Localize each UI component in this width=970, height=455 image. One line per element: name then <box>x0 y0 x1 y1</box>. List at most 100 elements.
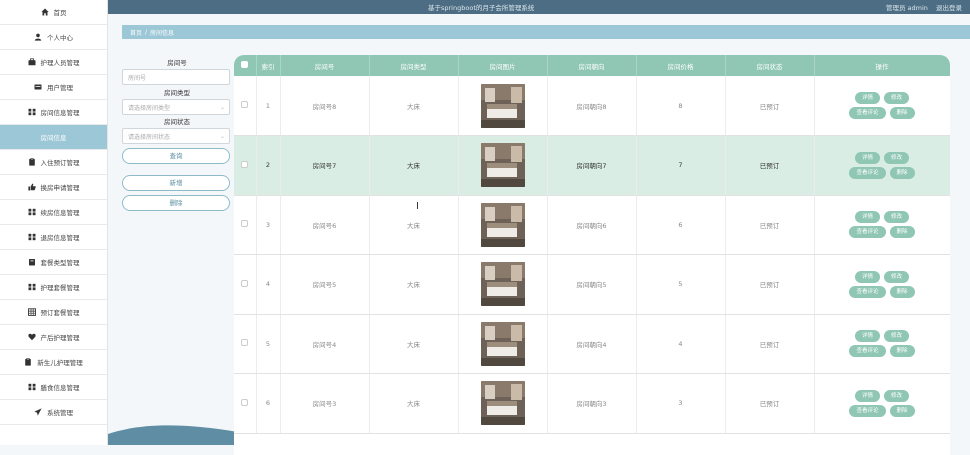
sidebar-item-label: 房间信息管理 <box>40 109 80 117</box>
sidebar-item-system[interactable]: 系统管理 <box>0 400 107 425</box>
row-checkbox[interactable] <box>241 398 249 406</box>
room-no-input[interactable]: 房间号 <box>122 69 230 85</box>
orientation-cell: 房间朝向7 <box>547 135 637 196</box>
table-row[interactable]: 6 房间号3 大床 房间朝向3 3 已预订 详情 修改 查看评论 删除 <box>234 373 950 434</box>
chevron-down-icon: ⌄ <box>219 132 225 140</box>
sidebar-item-label: 退房信息管理 <box>40 234 80 242</box>
room-photo[interactable] <box>480 321 525 366</box>
delete-row-button[interactable]: 删除 <box>889 226 915 239</box>
delete-row-button[interactable]: 删除 <box>889 345 915 358</box>
sidebar-item-room-info-mgmt[interactable]: 房间信息管理 <box>0 100 107 125</box>
detail-button[interactable]: 详情 <box>854 151 880 164</box>
select-all-header[interactable] <box>234 55 257 76</box>
detail-button[interactable]: 详情 <box>854 330 880 343</box>
edit-button[interactable]: 修改 <box>884 151 910 164</box>
room-type-select[interactable]: 请选择房间类型 ⌄ <box>122 99 230 115</box>
row-select-cell[interactable] <box>234 195 257 255</box>
room-photo[interactable] <box>480 83 525 128</box>
delete-row-button[interactable]: 删除 <box>889 166 915 179</box>
sidebar-item-home[interactable]: 首页 <box>0 0 107 25</box>
column-header: 房间状态 <box>725 55 815 76</box>
edit-button[interactable]: 修改 <box>884 92 910 104</box>
detail-button[interactable]: 详情 <box>854 211 880 224</box>
detail-button[interactable]: 详情 <box>854 389 880 402</box>
room-type-cell: 大床 <box>369 254 459 315</box>
room-no-cell: 房间号6 <box>280 195 370 255</box>
room-status-select[interactable]: 请选择房间状态 ⌄ <box>122 128 230 144</box>
table-row[interactable]: 3 房间号6 大床 房间朝向6 6 已预订 详情 修改 查看评论 删除 <box>234 195 950 255</box>
row-checkbox[interactable] <box>241 279 249 287</box>
sidebar-item-package-booking[interactable]: 预订套餐管理 <box>0 300 107 325</box>
detail-button[interactable]: 详情 <box>854 92 880 104</box>
sidebar-item-nurse-staff[interactable]: 护理人员管理 <box>0 50 107 75</box>
sidebar-item-label: 套餐类型管理 <box>40 259 80 267</box>
delete-row-button[interactable]: 删除 <box>889 107 915 119</box>
table-row[interactable]: 1 房间号8 大床 房间朝向8 8 已预订 详情 修改 查看评论 删除 <box>234 76 950 136</box>
decorative-wave <box>108 425 238 445</box>
sidebar-item-package-type[interactable]: 套餐类型管理 <box>0 250 107 275</box>
grid-icon <box>28 233 36 241</box>
row-checkbox[interactable] <box>241 220 249 228</box>
row-checkbox[interactable] <box>241 339 249 347</box>
table-row[interactable]: 5 房间号4 大床 房间朝向4 4 已预订 详情 修改 查看评论 删除 <box>234 314 950 374</box>
breadcrumb-home[interactable]: 首页 <box>130 28 142 37</box>
row-select-cell[interactable] <box>234 135 257 196</box>
sidebar-item-label: 膳食信息管理 <box>40 384 80 392</box>
detail-button[interactable]: 详情 <box>854 270 880 283</box>
delete-row-button[interactable]: 删除 <box>889 285 915 298</box>
room-photo[interactable] <box>480 202 525 247</box>
view-reviews-button[interactable]: 查看评论 <box>849 404 886 417</box>
top-bar: 基于springboot的月子会所管理系统 管理员 admin 退出登录 <box>108 0 970 14</box>
row-select-cell[interactable] <box>234 373 257 434</box>
clipboard-icon <box>24 358 32 366</box>
row-select-cell[interactable] <box>234 314 257 374</box>
view-reviews-button[interactable]: 查看评论 <box>849 107 886 119</box>
sidebar-item-label: 预订套餐管理 <box>40 309 80 317</box>
view-reviews-button[interactable]: 查看评论 <box>849 166 886 179</box>
room-image-cell <box>458 373 548 434</box>
sidebar-item-users[interactable]: 用户管理 <box>0 75 107 100</box>
orientation-cell: 房间朝向3 <box>547 373 637 434</box>
sidebar-item-checkout[interactable]: 退房信息管理 <box>0 225 107 250</box>
sidebar-item-room-change[interactable]: 换房申请管理 <box>0 175 107 200</box>
room-photo[interactable] <box>480 143 525 188</box>
room-type-label: 房间类型 <box>164 89 190 97</box>
sidebar-item-checkin-booking[interactable]: 入住预订管理 <box>0 150 107 175</box>
edit-button[interactable]: 修改 <box>884 211 910 224</box>
sidebar-item-label: 系统管理 <box>47 409 73 417</box>
sidebar-item-room-info[interactable]: 房间信息 <box>0 125 107 150</box>
select-all-checkbox[interactable] <box>241 61 249 68</box>
add-button[interactable]: 新增 <box>122 175 230 191</box>
room-photo[interactable] <box>480 262 525 307</box>
sidebar-item-meal-info[interactable]: 膳食信息管理 <box>0 375 107 400</box>
sidebar-item-profile[interactable]: 个人中心 <box>0 25 107 50</box>
row-select-cell[interactable] <box>234 76 257 136</box>
view-reviews-button[interactable]: 查看评论 <box>849 285 886 298</box>
sidebar-item-label: 首页 <box>53 9 67 17</box>
delete-row-button[interactable]: 删除 <box>889 404 915 417</box>
row-checkbox[interactable] <box>241 101 249 108</box>
price-cell: 5 <box>636 254 726 315</box>
row-checkbox[interactable] <box>241 160 249 168</box>
delete-button[interactable]: 删除 <box>122 195 230 211</box>
sidebar-item-newborn-care[interactable]: 新生儿护理管理 <box>0 350 107 375</box>
room-photo[interactable] <box>480 381 525 426</box>
edit-button[interactable]: 修改 <box>884 389 910 402</box>
edit-button[interactable]: 修改 <box>884 330 910 343</box>
sidebar-item-postpartum-care[interactable]: 产后护理管理 <box>0 325 107 350</box>
sidebar: 首页 个人中心 护理人员管理 用户管理 房间信息管理 房间信息 入住预订管理 换… <box>0 0 108 445</box>
room-type-cell: 大床 <box>369 314 459 374</box>
row-select-cell[interactable] <box>234 254 257 315</box>
query-button[interactable]: 查询 <box>122 148 230 164</box>
logout-link[interactable]: 退出登录 <box>936 4 962 12</box>
sidebar-item-renewal[interactable]: 续房信息管理 <box>0 200 107 225</box>
table-row[interactable]: 2 房间号7 大床 房间朝向7 7 已预订 详情 修改 查看评论 删除 <box>234 135 950 196</box>
view-reviews-button[interactable]: 查看评论 <box>849 226 886 239</box>
sidebar-item-care-package[interactable]: 护理套餐管理 <box>0 275 107 300</box>
send-icon <box>34 408 42 416</box>
system-title: 基于springboot的月子会所管理系统 <box>428 4 535 12</box>
status-cell: 已预订 <box>725 314 815 374</box>
table-row[interactable]: 4 房间号5 大床 房间朝向5 5 已预订 详情 修改 查看评论 删除 <box>234 254 950 315</box>
view-reviews-button[interactable]: 查看评论 <box>849 345 886 358</box>
edit-button[interactable]: 修改 <box>884 270 910 283</box>
